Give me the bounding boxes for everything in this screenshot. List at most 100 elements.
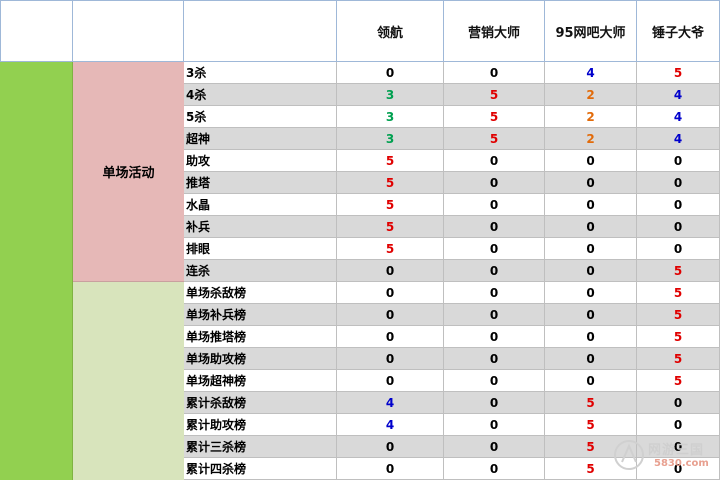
row-label: 累计助攻榜 — [184, 414, 337, 436]
score-cell: 0 — [444, 172, 545, 194]
score-cell: 0 — [444, 392, 545, 414]
header-corner-cell-2 — [73, 0, 184, 62]
score-cell: 0 — [444, 62, 545, 84]
row-label: 单场推塔榜 — [184, 326, 337, 348]
score-cell: 0 — [545, 194, 637, 216]
score-cell: 0 — [545, 150, 637, 172]
score-cell: 5 — [545, 414, 637, 436]
score-cell: 3 — [337, 106, 444, 128]
score-cell: 0 — [337, 304, 444, 326]
header-column-4: 锤子大爷 — [637, 0, 720, 62]
score-cell: 0 — [637, 238, 720, 260]
row-label: 推塔 — [184, 172, 337, 194]
score-cell: 0 — [637, 150, 720, 172]
score-cell: 0 — [545, 304, 637, 326]
score-cell: 0 — [637, 172, 720, 194]
score-cell: 0 — [545, 260, 637, 282]
score-cell: 2 — [545, 106, 637, 128]
score-cell: 5 — [337, 150, 444, 172]
score-cell: 5 — [545, 392, 637, 414]
row-label: 助攻 — [184, 150, 337, 172]
group-label-leaderboards — [73, 282, 184, 480]
score-cell: 0 — [545, 238, 637, 260]
score-cell: 0 — [337, 62, 444, 84]
score-cell: 5 — [444, 106, 545, 128]
row-label: 单场助攻榜 — [184, 348, 337, 370]
score-cell: 2 — [545, 84, 637, 106]
score-cell: 3 — [337, 84, 444, 106]
score-cell: 4 — [637, 84, 720, 106]
row-label: 补兵 — [184, 216, 337, 238]
score-cell: 0 — [444, 282, 545, 304]
score-cell: 0 — [545, 282, 637, 304]
score-cell: 0 — [444, 150, 545, 172]
score-cell: 5 — [337, 194, 444, 216]
score-cell: 4 — [637, 128, 720, 150]
score-cell: 0 — [545, 348, 637, 370]
score-cell: 5 — [637, 326, 720, 348]
score-cell: 0 — [444, 304, 545, 326]
score-cell: 0 — [545, 216, 637, 238]
score-cell: 4 — [337, 392, 444, 414]
site-logo-icon — [614, 440, 644, 470]
row-label: 累计三杀榜 — [184, 436, 337, 458]
watermark-url: 5830.com — [654, 458, 709, 469]
row-label: 单场补兵榜 — [184, 304, 337, 326]
score-cell: 0 — [444, 326, 545, 348]
row-label: 累计四杀榜 — [184, 458, 337, 480]
row-label: 单场超神榜 — [184, 370, 337, 392]
score-cell: 3 — [337, 128, 444, 150]
row-label: 累计杀敌榜 — [184, 392, 337, 414]
watermark: 网游三国 5830.com — [604, 436, 714, 476]
score-cell: 0 — [444, 436, 545, 458]
row-label: 超神 — [184, 128, 337, 150]
header-column-2: 营销大师 — [444, 0, 545, 62]
score-cell: 0 — [545, 326, 637, 348]
score-cell: 5 — [637, 370, 720, 392]
category-column — [0, 62, 73, 480]
row-label: 5杀 — [184, 106, 337, 128]
score-cell: 4 — [637, 106, 720, 128]
score-cell: 5 — [444, 128, 545, 150]
score-cell: 5 — [637, 348, 720, 370]
score-cell: 0 — [337, 370, 444, 392]
row-label: 4杀 — [184, 84, 337, 106]
score-cell: 5 — [337, 238, 444, 260]
score-cell: 0 — [637, 414, 720, 436]
header-column-1: 领航 — [337, 0, 444, 62]
score-cell: 0 — [444, 194, 545, 216]
score-cell: 0 — [545, 370, 637, 392]
score-cell: 0 — [337, 348, 444, 370]
score-cell: 0 — [444, 414, 545, 436]
score-cell: 5 — [637, 304, 720, 326]
score-cell: 0 — [337, 458, 444, 480]
score-cell: 0 — [337, 436, 444, 458]
score-cell: 4 — [545, 62, 637, 84]
score-cell: 5 — [337, 216, 444, 238]
group-label-single-match: 单场活动 — [73, 62, 184, 282]
score-cell: 5 — [444, 84, 545, 106]
score-cell: 0 — [444, 216, 545, 238]
score-cell: 0 — [444, 348, 545, 370]
score-cell: 5 — [637, 62, 720, 84]
score-cell: 2 — [545, 128, 637, 150]
score-cell: 0 — [337, 260, 444, 282]
score-cell: 5 — [637, 282, 720, 304]
spreadsheet: 领航 营销大师 95网吧大师 锤子大爷 单场活动 3杀 0 0 4 5 4杀 3 5 2 4 5杀 3… — [0, 0, 720, 480]
score-cell: 5 — [637, 260, 720, 282]
header-label-column — [184, 0, 337, 62]
header-column-3: 95网吧大师 — [545, 0, 637, 62]
score-cell: 0 — [444, 238, 545, 260]
row-label: 排眼 — [184, 238, 337, 260]
row-label: 连杀 — [184, 260, 337, 282]
header-corner-cell-1 — [0, 0, 73, 62]
score-cell: 0 — [444, 260, 545, 282]
score-cell: 0 — [337, 282, 444, 304]
row-label: 单场杀敌榜 — [184, 282, 337, 304]
row-label: 水晶 — [184, 194, 337, 216]
score-cell: 4 — [337, 414, 444, 436]
score-cell: 0 — [637, 392, 720, 414]
score-cell: 0 — [444, 458, 545, 480]
score-cell: 0 — [637, 194, 720, 216]
row-label: 3杀 — [184, 62, 337, 84]
